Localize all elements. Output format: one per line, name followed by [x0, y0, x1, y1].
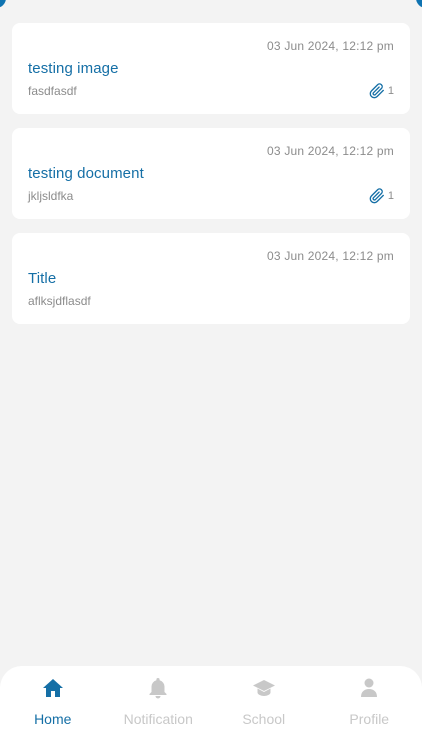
- announcement-description: fasdfasdf: [28, 84, 77, 98]
- top-accent-bar: [0, 0, 422, 8]
- attachment-indicator[interactable]: 1: [369, 83, 394, 99]
- announcement-date: 03 Jun 2024, 12:12 pm: [267, 39, 394, 53]
- paperclip-icon: [369, 83, 384, 99]
- nav-item-profile[interactable]: Profile: [317, 676, 422, 750]
- nav-label-profile: Profile: [349, 711, 390, 727]
- paperclip-icon: [369, 188, 384, 204]
- announcement-card[interactable]: 03 Jun 2024, 12:12 pm Title aflksjdflasd…: [12, 233, 410, 324]
- app-screen: 03 Jun 2024, 12:12 pm testing image fasd…: [0, 0, 422, 750]
- announcement-card[interactable]: 03 Jun 2024, 12:12 pm testing document j…: [12, 128, 410, 219]
- announcement-description: aflksjdflasdf: [28, 294, 91, 308]
- bell-icon: [149, 678, 167, 699]
- announcement-list: 03 Jun 2024, 12:12 pm testing image fasd…: [12, 23, 410, 338]
- announcement-title: testing image: [28, 60, 119, 77]
- bottom-navigation: Home Notification School Profile: [0, 666, 422, 750]
- announcement-title: testing document: [28, 165, 144, 182]
- attachment-count: 1: [387, 85, 394, 97]
- attachment-indicator[interactable]: 1: [369, 188, 394, 204]
- nav-item-school[interactable]: School: [211, 676, 317, 750]
- home-icon: [42, 679, 63, 697]
- person-icon: [361, 678, 378, 697]
- graduation-cap-icon: [252, 680, 275, 696]
- nav-label-school: School: [242, 711, 286, 727]
- announcement-description: jkljsldfka: [28, 189, 74, 203]
- announcement-date: 03 Jun 2024, 12:12 pm: [267, 144, 394, 158]
- announcement-card[interactable]: 03 Jun 2024, 12:12 pm testing image fasd…: [12, 23, 410, 114]
- announcement-date: 03 Jun 2024, 12:12 pm: [267, 249, 394, 263]
- attachment-count: 1: [387, 190, 394, 202]
- nav-item-home[interactable]: Home: [0, 676, 106, 750]
- nav-label-home: Home: [34, 711, 72, 727]
- nav-label-notification: Notification: [123, 711, 193, 727]
- announcement-title: Title: [28, 270, 57, 287]
- nav-item-notification[interactable]: Notification: [106, 676, 212, 750]
